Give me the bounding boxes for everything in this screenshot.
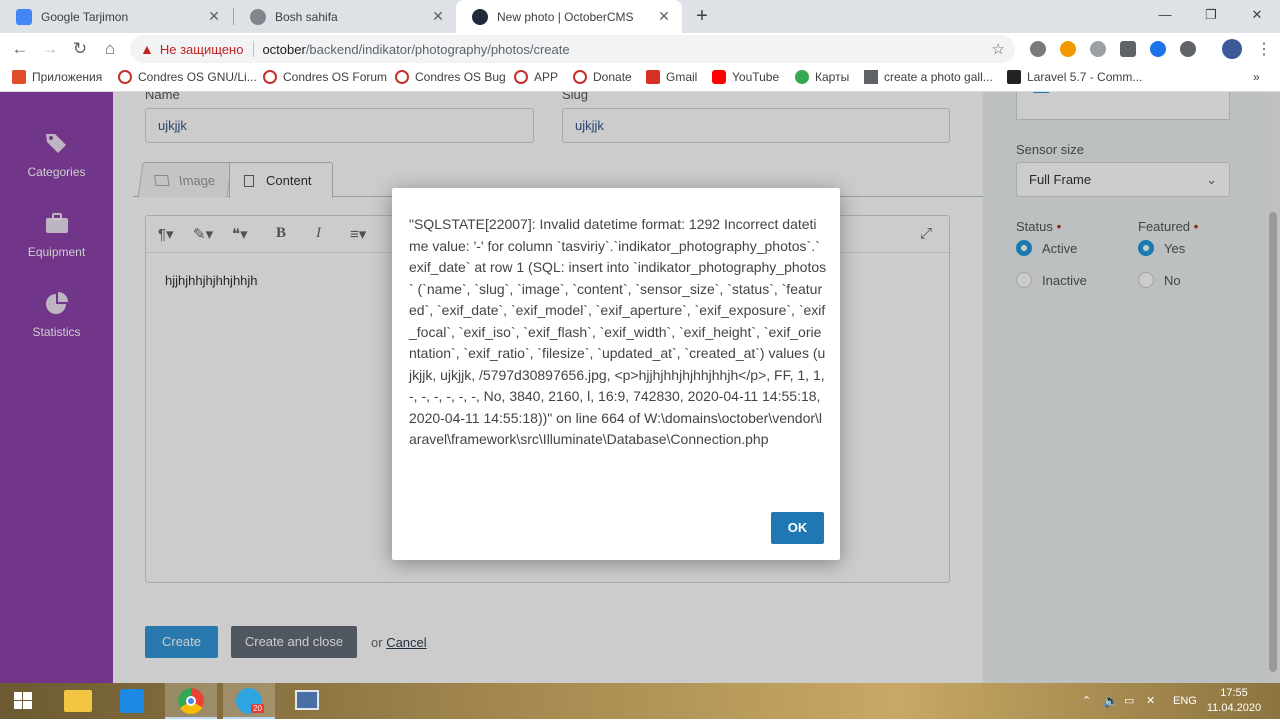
camera-icon[interactable]	[1120, 41, 1136, 57]
error-dialog: "SQLSTATE[22007]: Invalid datetime forma…	[392, 188, 840, 560]
bookmark-item[interactable]: Приложения	[12, 70, 102, 84]
bookmark-icon	[864, 70, 878, 84]
url-host: october	[262, 41, 306, 57]
bookmark-label: Laravel 5.7 - Comm...	[1027, 70, 1143, 84]
taskbar-remote-desktop[interactable]	[281, 683, 333, 719]
clock-date: 11.04.2020	[1206, 702, 1262, 714]
bookmark-label: create a photo gall...	[884, 70, 993, 84]
close-tab-icon[interactable]: ✕	[206, 8, 222, 25]
vscode-icon	[120, 689, 144, 713]
bookmark-item[interactable]: Карты	[795, 70, 849, 84]
taskbar: 20 ⌃ 🔈 ▭ ✕ ENG 17:55 11.04.2020	[0, 683, 1280, 719]
security-label: Не защищено	[159, 41, 244, 57]
minimize-button[interactable]: —	[1142, 0, 1188, 33]
browser-tab-strip: Google Tarjimon ✕ Bosh sahifa ✕ New phot…	[0, 0, 1280, 33]
tab-title: Google Tarjimon	[41, 9, 129, 24]
condres-icon	[118, 70, 132, 84]
bookmark-label: Приложения	[32, 70, 103, 84]
clock-time: 17:55	[1220, 687, 1248, 699]
bookmarks-bar: Приложения Condres OS GNU/Li... Condres …	[0, 65, 1280, 92]
new-tab-button[interactable]: +	[690, 5, 714, 29]
language-indicator[interactable]: ENG	[1173, 683, 1197, 719]
gmail-icon	[646, 70, 660, 84]
taskbar-telegram[interactable]: 20	[223, 683, 275, 719]
bookmark-label: Condres OS GNU/Li...	[138, 70, 257, 84]
windows-icon	[14, 692, 32, 709]
bookmark-item[interactable]: Gmail	[646, 70, 697, 84]
bookmark-item[interactable]: YouTube	[712, 70, 779, 84]
start-button[interactable]	[0, 683, 52, 719]
bookmarks-more-button[interactable]: »	[1253, 70, 1260, 84]
condres-icon	[573, 70, 587, 84]
monitor-icon	[295, 690, 319, 710]
bookmark-item[interactable]: APP	[514, 70, 558, 84]
reload-icon[interactable]: ↻	[68, 37, 92, 61]
close-window-button[interactable]: ✕	[1234, 0, 1280, 33]
profile-avatar[interactable]	[1222, 39, 1242, 59]
error-message: "SQLSTATE[22007]: Invalid datetime forma…	[409, 216, 827, 447]
tab-title: New photo | OctoberCMS	[497, 9, 634, 24]
restore-button[interactable]: ❐	[1188, 0, 1234, 33]
clock[interactable]: 17:55 11.04.2020	[1206, 686, 1262, 716]
bookmark-label: Donate	[593, 70, 632, 84]
download-icon[interactable]	[1180, 41, 1196, 57]
laracasts-icon	[1007, 70, 1021, 84]
bookmark-label: Condres OS Bug	[415, 70, 506, 84]
extension-icon[interactable]	[1060, 41, 1076, 57]
url-path: /backend/indikator/photography/photos/cr…	[305, 41, 570, 57]
bookmark-label: YouTube	[732, 70, 780, 84]
condres-icon	[395, 70, 409, 84]
action-center-icon[interactable]: ✕	[1146, 683, 1155, 719]
bookmark-star-icon[interactable]: ☆	[992, 40, 1005, 58]
home-icon[interactable]: ⌂	[98, 37, 122, 61]
folder-icon	[64, 690, 92, 712]
notification-badge: 20	[251, 704, 264, 713]
bookmark-label: Gmail	[666, 70, 698, 84]
network-icon[interactable]: ▭	[1124, 683, 1134, 719]
forward-icon[interactable]: →	[38, 37, 62, 61]
bookmark-item[interactable]: create a photo gall...	[864, 70, 993, 84]
volume-icon[interactable]: 🔈	[1103, 683, 1119, 719]
close-tab-icon[interactable]: ✕	[430, 8, 446, 25]
bookmark-item[interactable]: Donate	[573, 70, 632, 84]
bookmark-item[interactable]: Condres OS Bug	[395, 70, 506, 84]
browser-tab-bosh-sahifa[interactable]: Bosh sahifa ✕	[234, 0, 456, 33]
octobercms-icon	[472, 8, 488, 25]
google-translate-icon	[16, 8, 32, 25]
taskbar-chrome[interactable]	[165, 683, 217, 719]
browser-toolbar: ← → ↻ ⌂ ▲ Не защищено october /backend/i…	[0, 33, 1280, 65]
menu-icon[interactable]: ⋮	[1256, 39, 1272, 59]
warning-icon: ▲	[140, 41, 154, 57]
bookmark-label: Карты	[815, 70, 850, 84]
extension-icon[interactable]	[1090, 41, 1106, 57]
address-divider	[253, 41, 255, 57]
extension-icon[interactable]	[1150, 41, 1166, 57]
bookmark-item[interactable]: Condres OS GNU/Li...	[118, 70, 257, 84]
chrome-center	[186, 696, 196, 706]
bookmark-item[interactable]: Laravel 5.7 - Comm...	[1007, 70, 1142, 84]
tray-overflow-icon[interactable]: ⌃	[1082, 683, 1091, 719]
bookmark-item[interactable]: Condres OS Forum	[263, 70, 387, 84]
youtube-icon	[712, 70, 726, 84]
taskbar-file-explorer[interactable]	[52, 683, 104, 719]
back-icon[interactable]: ←	[8, 37, 32, 61]
taskbar-vscode[interactable]	[107, 683, 159, 719]
globe-icon	[250, 8, 266, 25]
bookmark-label: APP	[534, 70, 559, 84]
close-tab-icon[interactable]: ✕	[656, 8, 672, 25]
address-bar[interactable]: ▲ Не защищено october /backend/indikator…	[130, 35, 1015, 63]
extension-icon[interactable]	[1030, 41, 1046, 57]
condres-icon	[514, 70, 528, 84]
apps-icon	[12, 70, 26, 84]
browser-tab-google-translate[interactable]: Google Tarjimon ✕	[0, 0, 232, 33]
ok-button[interactable]: OK	[771, 512, 824, 544]
bookmark-label: Condres OS Forum	[283, 70, 388, 84]
browser-tab-new-photo[interactable]: New photo | OctoberCMS ✕	[456, 0, 682, 33]
tab-title: Bosh sahifa	[275, 9, 338, 24]
condres-icon	[263, 70, 277, 84]
maps-icon	[795, 70, 809, 84]
